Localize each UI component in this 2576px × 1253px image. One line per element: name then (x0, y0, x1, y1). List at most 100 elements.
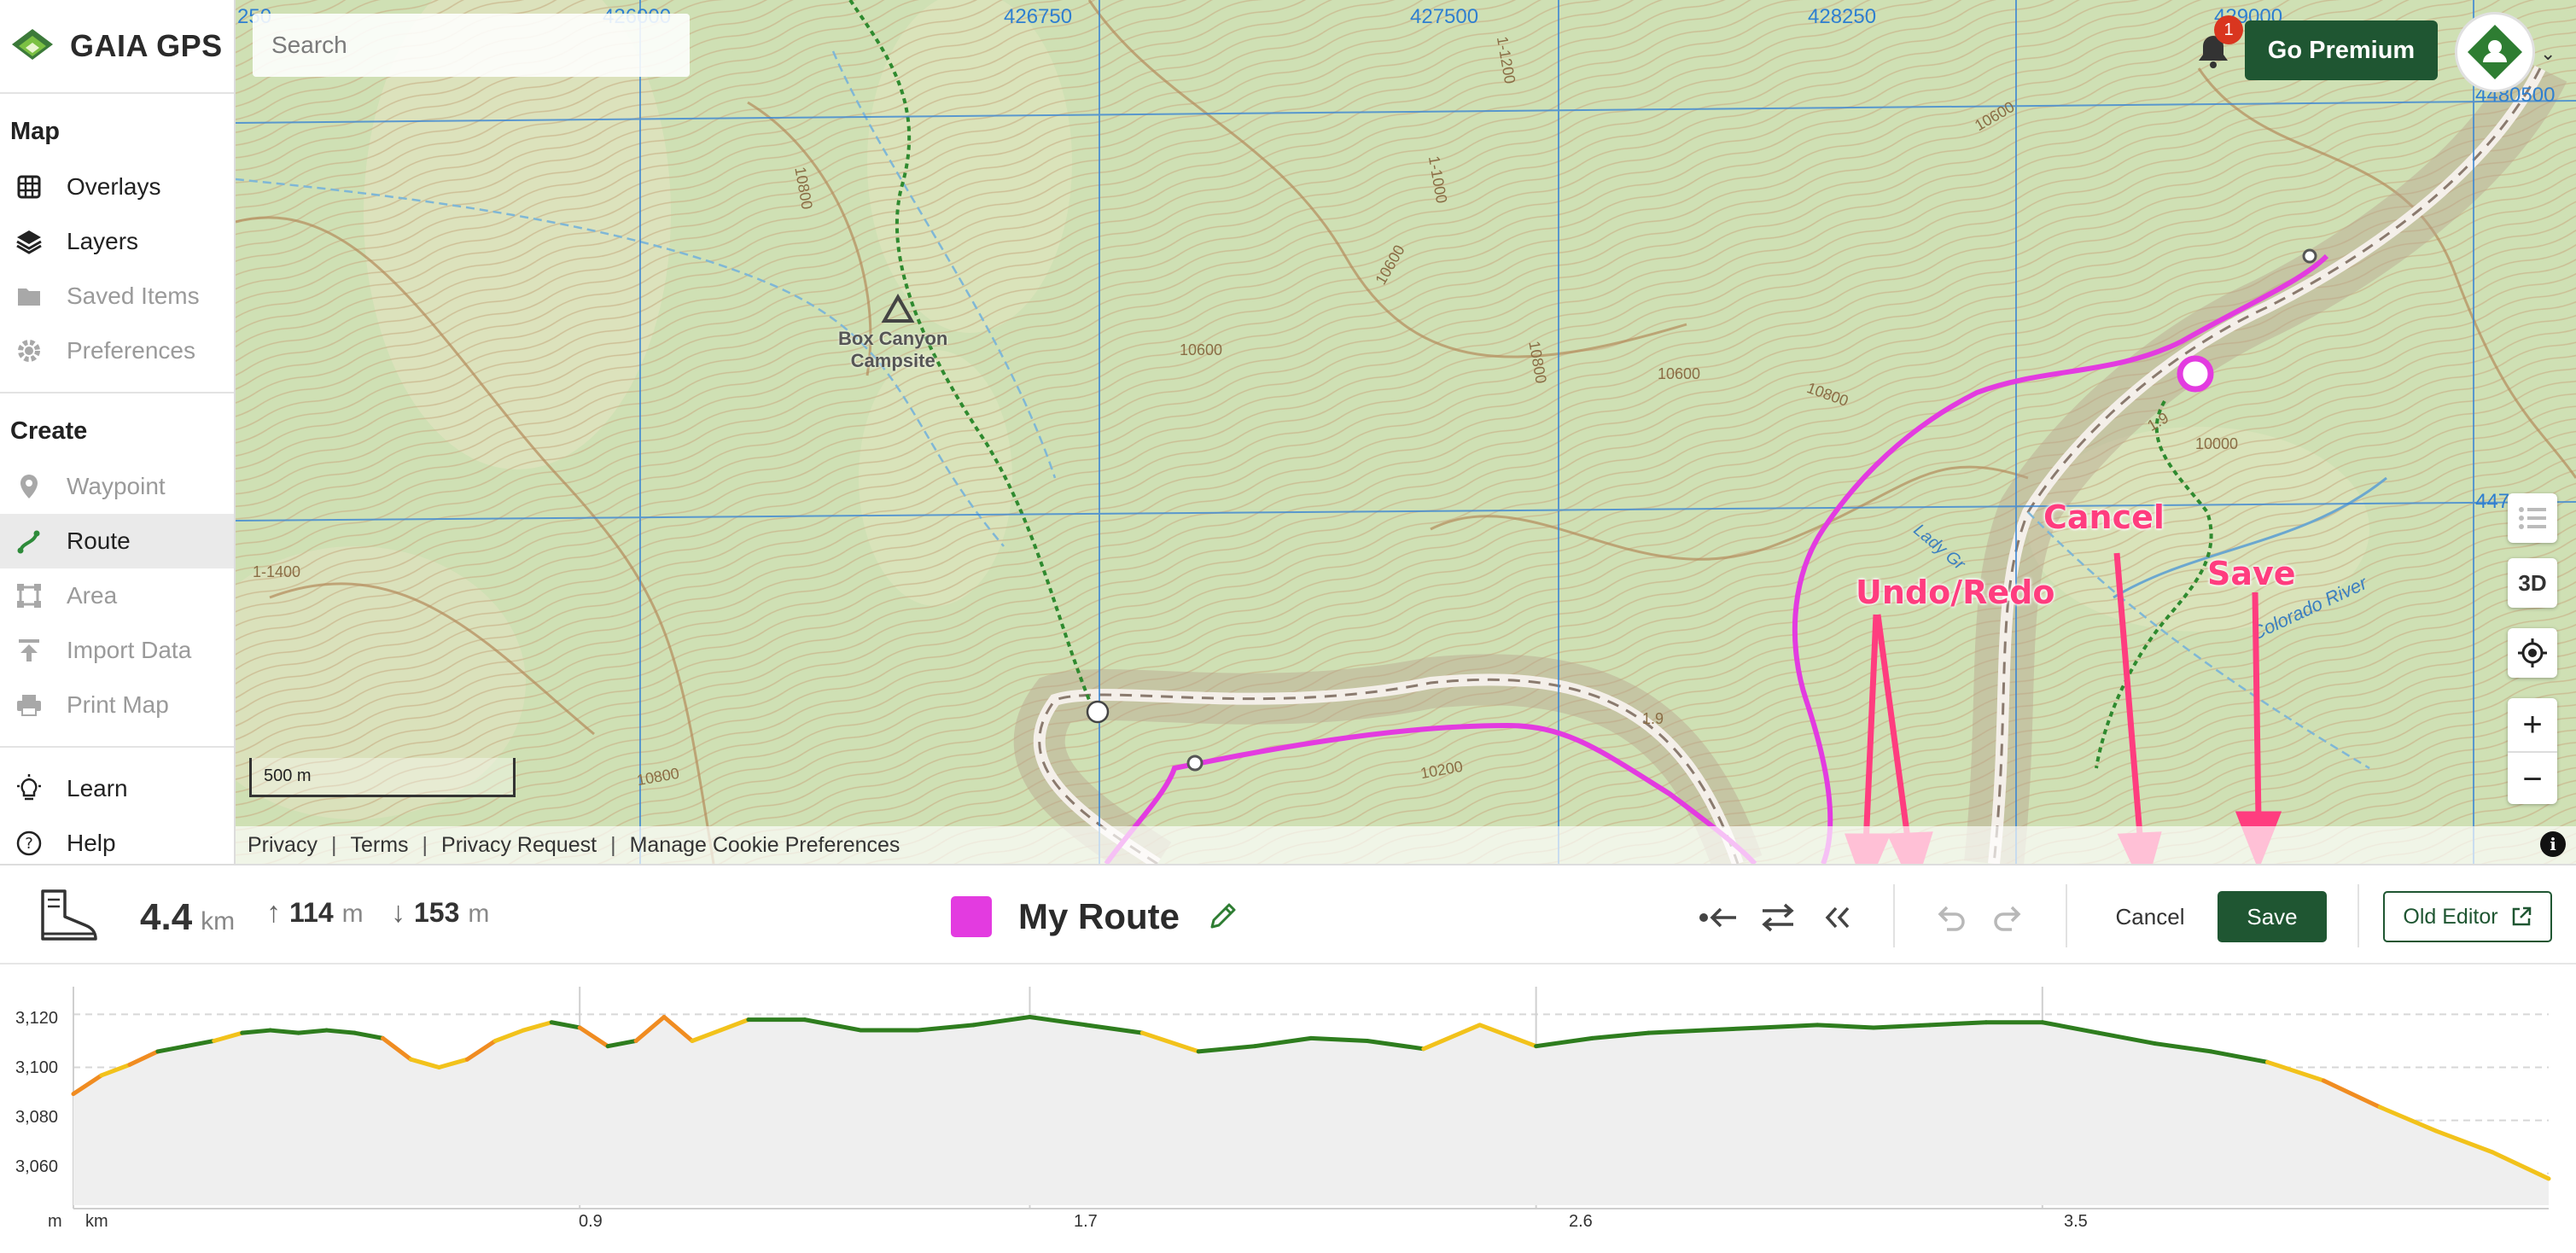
map-footer-links: Privacy | Terms | Privacy Request | Mana… (236, 826, 2576, 864)
toolbar-divider (2066, 884, 2067, 947)
elevation-line-segment (1758, 1023, 1820, 1030)
arrow-down-icon: ↓ (391, 896, 405, 929)
old-editor-button[interactable]: Old Editor (2383, 891, 2552, 942)
sidebar-item-label: Saved Items (67, 283, 200, 309)
printer-icon (14, 690, 44, 720)
elevation-line-segment (324, 1028, 358, 1035)
sidebar-item-print-map[interactable]: Print Map (0, 678, 234, 732)
y-tick-label: 3,080 (15, 1108, 59, 1127)
elevation-line-segment (240, 1028, 273, 1035)
sidebar-item-area[interactable]: Area (0, 568, 234, 623)
area-icon (14, 580, 44, 611)
sidebar-item-label: Help (67, 830, 116, 856)
sidebar-item-label: Waypoint (67, 473, 166, 499)
cancel-button[interactable]: Cancel (2105, 891, 2195, 942)
distance-unit: km (201, 907, 236, 935)
sidebar-item-saved-items[interactable]: Saved Items (0, 269, 234, 323)
sidebar: GAIA GPS Map Overlays Layers Saved Items… (0, 0, 236, 864)
save-annotation: Save (2207, 555, 2296, 592)
arrow-up-icon: ↑ (266, 896, 281, 929)
old-editor-label: Old Editor (2403, 904, 2498, 929)
external-link-icon (2512, 906, 2531, 926)
topo-map[interactable]: 250 426000 426750 427500 428250 429000 4… (236, 0, 2576, 864)
redo-icon[interactable] (1987, 896, 2030, 939)
info-icon[interactable]: i (2540, 831, 2566, 857)
y-axis-unit: m (48, 1212, 62, 1231)
map-section-title: Map (10, 118, 60, 145)
sidebar-item-help[interactable]: ? Help (0, 816, 234, 864)
reverse-icon[interactable] (1757, 896, 1799, 939)
sidebar-item-overlays[interactable]: Overlays (0, 160, 234, 214)
help-icon: ? (14, 828, 44, 859)
gear-icon (14, 335, 44, 366)
hiking-boot-icon (41, 889, 97, 941)
distance-stat: 4.4 km (140, 896, 235, 939)
app-name: GAIA GPS (70, 28, 223, 63)
sidebar-item-label: Route (67, 527, 131, 554)
pencil-icon[interactable] (1205, 900, 1239, 934)
descent-unit: m (468, 900, 490, 928)
rewind-icon[interactable] (1816, 896, 1859, 939)
sidebar-item-label: Learn (67, 775, 128, 801)
extend-start-icon[interactable] (1697, 896, 1740, 939)
elevation-line-segment (1646, 1028, 1707, 1035)
sidebar-item-import-data[interactable]: Import Data (0, 623, 234, 678)
sidebar-item-layers[interactable]: Layers (0, 214, 234, 269)
sidebar-item-label: Preferences (67, 337, 195, 364)
sidebar-item-label: Overlays (67, 173, 161, 200)
elevation-line-segment (268, 1028, 301, 1035)
route-icon (14, 526, 44, 557)
elevation-line-segment (1871, 1023, 1932, 1030)
lightbulb-icon (14, 773, 44, 804)
elevation-chart (71, 987, 2551, 1209)
link-separator: | (610, 832, 616, 857)
route-color-swatch[interactable] (951, 896, 992, 937)
cookie-preferences-link[interactable]: Manage Cookie Preferences (630, 833, 900, 858)
link-separator: | (330, 832, 337, 857)
ascent-value: 114 (289, 897, 334, 928)
privacy-request-link[interactable]: Privacy Request (441, 833, 597, 858)
elevation-line-segment (1308, 1035, 1370, 1043)
elevation-line-segment (296, 1028, 329, 1035)
sidebar-item-learn[interactable]: Learn (0, 761, 234, 816)
route-editor-toolbar: 4.4 km ↑ 114 m ↓ 153 m My Route Cancel S… (0, 864, 2576, 965)
app-logo[interactable]: GAIA GPS (0, 0, 234, 94)
elevation-line-segment (1702, 1025, 1763, 1033)
privacy-link[interactable]: Privacy (248, 833, 318, 858)
y-tick-label: 3,120 (15, 1009, 59, 1028)
x-tick-label: 3.5 (2064, 1212, 2088, 1231)
distance-value: 4.4 (140, 896, 193, 938)
descent-value: 153 (414, 897, 460, 928)
sidebar-item-waypoint[interactable]: Waypoint (0, 459, 234, 514)
elevation-line-segment (1815, 1023, 1876, 1030)
x-tick-label: 2.6 (1569, 1212, 1593, 1231)
svg-text:?: ? (25, 835, 33, 853)
link-separator: | (422, 832, 428, 857)
route-name[interactable]: My Route (1018, 896, 1180, 937)
y-tick-label: 3,100 (15, 1058, 59, 1077)
annotation-arrows (1845, 552, 2282, 864)
layers-icon (14, 226, 44, 257)
terms-link[interactable]: Terms (350, 833, 408, 858)
sidebar-divider (0, 746, 234, 748)
save-button[interactable]: Save (2218, 891, 2327, 942)
create-section-title: Create (10, 417, 88, 445)
overlays-icon (14, 172, 44, 202)
folder-icon (14, 281, 44, 312)
pin-icon (14, 471, 44, 502)
elevation-profile[interactable]: 3,120 3,100 3,080 3,060 m km 0.9 1.7 2.6… (0, 965, 2576, 1253)
cancel-annotation: Cancel (2043, 498, 2165, 536)
undo-redo-annotation: Undo/Redo (1856, 574, 2055, 611)
sidebar-item-route[interactable]: Route (0, 514, 234, 568)
elevation-line-segment (1927, 1020, 1989, 1028)
toolbar-divider (1893, 884, 1895, 947)
sidebar-item-label: Layers (67, 228, 139, 254)
sidebar-item-label: Print Map (67, 691, 169, 718)
gaia-logo-icon (12, 29, 53, 60)
x-axis-unit: km (85, 1212, 108, 1231)
toolbar-divider (2357, 884, 2359, 947)
undo-icon[interactable] (1929, 896, 1972, 939)
ascent-stat: ↑ 114 m (266, 896, 364, 930)
x-tick-label: 0.9 (579, 1212, 603, 1231)
sidebar-item-preferences[interactable]: Preferences (0, 323, 234, 378)
